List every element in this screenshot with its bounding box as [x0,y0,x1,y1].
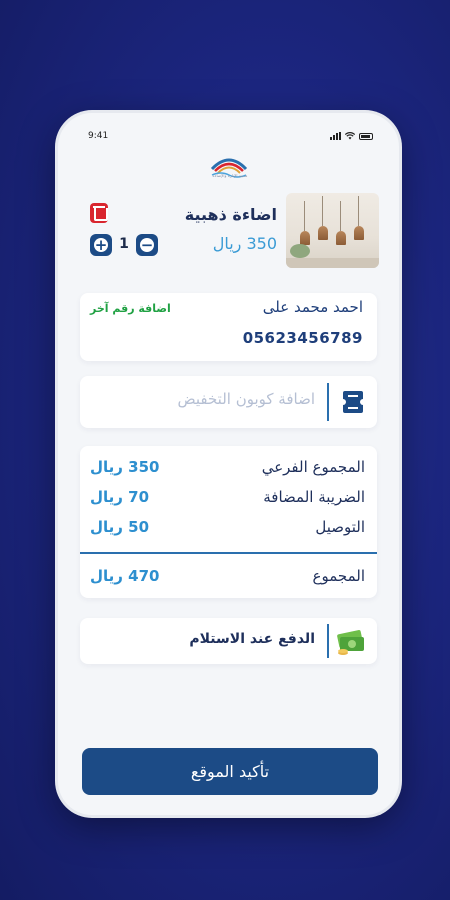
summary-value: 70 ريال [90,488,150,506]
quantity-value: 1 [119,236,129,252]
coupon-card[interactable]: اضافة كوبون التخفيض [80,376,377,428]
summary-row: التوصيل 50 ريال [90,518,365,542]
total-value: 470 ريال [90,567,160,585]
payment-method-card[interactable]: الدفع عند الاستلام [80,618,377,664]
brand-logo-text: مدينة الإنارة والإضاءة [212,173,248,178]
customer-phone: 05623456789 [242,329,363,347]
summary-value: 50 ريال [90,518,150,536]
delete-item-icon[interactable] [90,203,108,223]
product-image [286,193,379,268]
decrease-quantity-button[interactable]: − [136,234,158,256]
product-price: 350 ريال [212,234,277,253]
coupon-divider [327,383,329,421]
minus-icon: − [140,236,154,254]
wifi-icon [345,132,355,140]
status-icons [330,132,373,140]
summary-divider [80,552,377,554]
status-bar: 9:41 [84,130,373,144]
summary-label: الضريبة المضافة [263,488,365,506]
cash-icon [337,630,364,655]
signal-icon [330,132,341,140]
total-label: المجموع [312,567,365,585]
add-phone-link[interactable]: اضافة رقم آخر [90,302,171,315]
customer-name: احمد محمد على [262,298,363,316]
summary-value: 350 ريال [90,458,160,476]
coupon-input[interactable]: اضافة كوبون التخفيض [178,390,316,408]
plus-icon: + [94,236,108,254]
summary-row: المجموع الفرعي 350 ريال [90,458,365,482]
product-title: اضاءة ذهبية [184,205,277,224]
coupon-icon [343,391,363,413]
payment-divider [327,624,329,658]
status-time: 9:41 [88,131,109,141]
summary-label: المجموع الفرعي [261,458,365,476]
summary-total-row: المجموع 470 ريال [90,567,365,591]
payment-method-label: الدفع عند الاستلام [189,631,315,647]
increase-quantity-button[interactable]: + [90,234,112,256]
address-card: احمد محمد على 05623456789 اضافة رقم آخر [80,293,377,361]
order-summary-card: المجموع الفرعي 350 ريال الضريبة المضافة … [80,446,377,598]
confirm-location-button[interactable]: تأكيد الموقع [82,748,378,795]
phone-frame: 9:41 مدينة الإنارة والإضاءة اضاءة ذهبية … [58,113,399,815]
summary-label: التوصيل [315,518,365,536]
battery-icon [359,132,373,140]
summary-row: الضريبة المضافة 70 ريال [90,488,365,512]
